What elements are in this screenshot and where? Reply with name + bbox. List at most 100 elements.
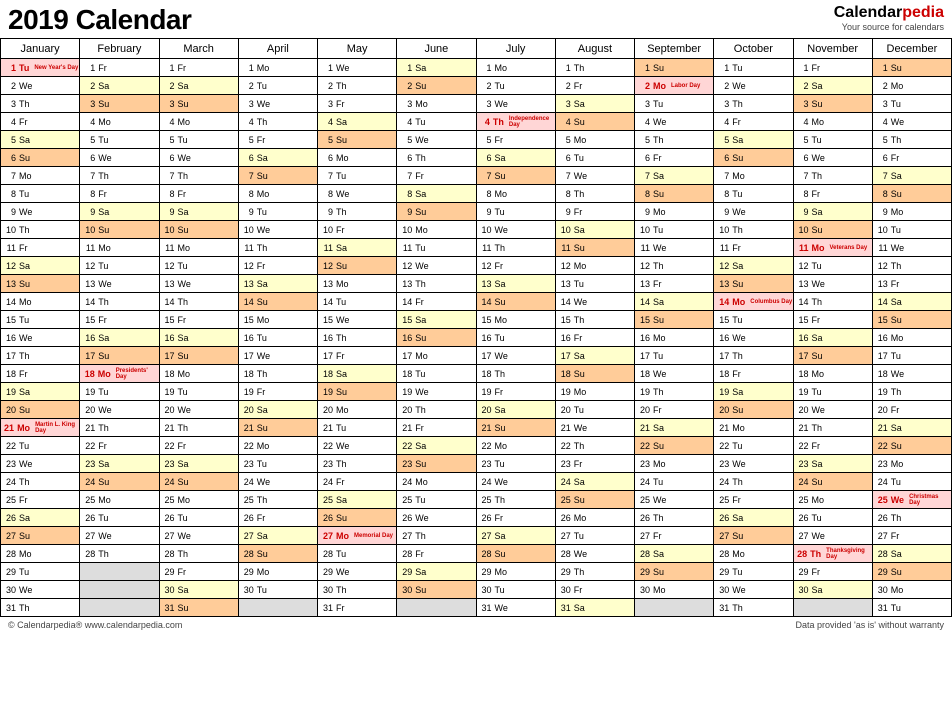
day-number: 17 — [876, 351, 888, 361]
day-cell: 22Mo — [238, 437, 317, 455]
day-cell: 23Mo — [635, 455, 714, 473]
day-of-week: Su — [178, 351, 189, 361]
day-cell: 19We — [397, 383, 476, 401]
day-cell: 17Th — [1, 347, 80, 365]
day-of-week: Su — [574, 369, 585, 379]
day-row: 13Su13We13We13Sa13Mo13Th13Sa13Tu13Fr13Su… — [1, 275, 952, 293]
day-number: 27 — [717, 531, 729, 541]
day-number: 22 — [400, 441, 412, 451]
day-of-week: Tu — [495, 585, 505, 595]
day-cell: 16Tu — [238, 329, 317, 347]
day-number: 5 — [638, 135, 650, 145]
day-cell: 28Mo — [714, 545, 793, 563]
day-of-week: Tu — [812, 513, 822, 523]
day-of-week: Fr — [178, 63, 187, 73]
day-of-week: We — [812, 531, 825, 541]
day-of-week: Sa — [495, 153, 506, 163]
day-of-week: Th — [98, 549, 109, 559]
day-of-week: Su — [257, 171, 268, 181]
day-number: 2 — [638, 81, 650, 91]
day-of-week: Sa — [574, 603, 585, 613]
day-of-week: Sa — [574, 225, 585, 235]
day-cell: 19Su — [318, 383, 397, 401]
day-of-week: Su — [415, 333, 426, 343]
day-number: 24 — [321, 477, 333, 487]
day-number: 26 — [638, 513, 650, 523]
day-number: 29 — [876, 567, 888, 577]
day-of-week: Th — [336, 585, 347, 595]
day-row: 10Th10Su10Su10We10Fr10Mo10We10Sa10Tu10Th… — [1, 221, 952, 239]
day-of-week: Mo — [574, 513, 587, 523]
day-of-week: Sa — [98, 81, 109, 91]
day-number: 6 — [83, 153, 95, 163]
day-cell: 6Fr — [635, 149, 714, 167]
day-of-week: Tu — [891, 603, 901, 613]
day-number: 10 — [876, 225, 888, 235]
day-of-week: Mo — [336, 405, 349, 415]
day-of-week: Fr — [19, 369, 28, 379]
day-of-week: Tu — [257, 81, 267, 91]
day-number: 8 — [480, 189, 492, 199]
day-cell: 20Sa — [238, 401, 317, 419]
day-cell — [80, 563, 159, 581]
day-cell: 2Sa — [159, 77, 238, 95]
day-number: 19 — [321, 387, 333, 397]
day-number: 21 — [717, 423, 729, 433]
day-of-week: Th — [812, 423, 823, 433]
day-cell: 28Su — [238, 545, 317, 563]
day-cell: 20Sa — [476, 401, 555, 419]
day-number: 17 — [717, 351, 729, 361]
day-cell: 11Mo — [80, 239, 159, 257]
day-of-week: Su — [812, 99, 823, 109]
day-of-week: Sa — [336, 495, 347, 505]
day-of-week: We — [495, 603, 508, 613]
day-cell: 1Fr — [159, 59, 238, 77]
day-cell: 9Sa — [159, 203, 238, 221]
day-cell: 1Sa — [397, 59, 476, 77]
day-of-week: Su — [574, 495, 585, 505]
day-number: 6 — [717, 153, 729, 163]
day-of-week: Mo — [415, 225, 428, 235]
day-cell: 29Su — [872, 563, 951, 581]
day-number: 30 — [559, 585, 571, 595]
day-of-week: Sa — [495, 405, 506, 415]
day-number: 11 — [163, 243, 175, 253]
day-number: 22 — [876, 441, 888, 451]
day-number: 31 — [321, 603, 333, 613]
day-number: 11 — [638, 243, 650, 253]
day-cell: 3Th — [1, 95, 80, 113]
day-cell: 13We — [80, 275, 159, 293]
day-cell — [635, 599, 714, 617]
day-of-week: Fr — [257, 261, 266, 271]
day-of-week: Fr — [891, 531, 900, 541]
day-cell: 23Th — [318, 455, 397, 473]
day-cell: 12Tu — [159, 257, 238, 275]
day-number: 27 — [242, 531, 254, 541]
day-of-week: Th — [653, 135, 664, 145]
day-of-week: Fr — [336, 99, 345, 109]
day-cell: 16Fr — [555, 329, 634, 347]
day-of-week: Tu — [415, 117, 425, 127]
day-cell: 31Su — [159, 599, 238, 617]
day-of-week: Su — [653, 567, 664, 577]
day-of-week: Mo — [653, 585, 666, 595]
day-number: 16 — [163, 333, 175, 343]
day-number: 7 — [876, 171, 888, 181]
day-number: 18 — [559, 369, 571, 379]
day-cell: 28Sa — [872, 545, 951, 563]
day-of-week: We — [891, 117, 904, 127]
day-of-week: Mo — [653, 81, 666, 91]
day-number: 7 — [400, 171, 412, 181]
day-number: 31 — [559, 603, 571, 613]
day-of-week: Th — [336, 459, 347, 469]
day-number: 20 — [4, 405, 16, 415]
day-number: 7 — [480, 171, 492, 181]
day-cell: 13Fr — [872, 275, 951, 293]
day-number: 25 — [321, 495, 333, 505]
day-of-week: Mo — [495, 189, 508, 199]
day-number: 15 — [559, 315, 571, 325]
day-of-week: Su — [812, 351, 823, 361]
day-cell: 12Tu — [793, 257, 872, 275]
day-cell: 4Fr — [714, 113, 793, 131]
day-of-week: Th — [19, 225, 30, 235]
